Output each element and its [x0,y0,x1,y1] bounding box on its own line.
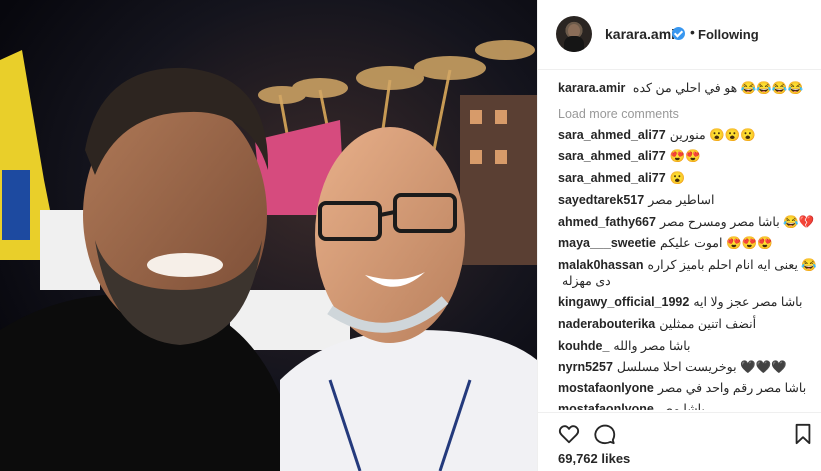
comment-text: باشا مص... [657,402,716,410]
comment-continuation: دى مهزله [558,273,611,289]
comment-item: sayedtarek517 اساطير مصر [558,192,714,208]
comment-username[interactable]: ahmed_fathy667 [558,215,656,229]
comment-item: sara_ahmed_ali77 منورين 😮😮😮 [558,127,756,143]
author-username[interactable]: karara.amir [605,26,681,42]
comment-item: sara_ahmed_ali77 😮 [558,170,685,186]
caption-text: هو في احلي من كده 😂😂😂😂 [632,81,804,95]
comment-username[interactable]: nyrn5257 [558,360,613,374]
comment-item: nyrn5257 بوخريست احلا مسلسل 🖤🖤🖤 [558,359,787,375]
post-side-panel: karara.amir • Following karara.amir هو ف… [537,0,821,471]
comment-item: sara_ahmed_ali77 😍😍 [558,148,701,164]
comment-username[interactable]: mostafaonlyone [558,402,654,410]
comment-username[interactable]: sara_ahmed_ali77 [558,149,666,163]
verified-badge-icon [672,27,685,40]
comment-text: 😍😍 [669,149,701,163]
comment-item: ahmed_fathy667 باشا مصر ومسرح مصر 😂💔 [558,214,814,230]
author-avatar[interactable] [556,16,592,52]
comment-text: باشا مصر ومسرح مصر 😂💔 [659,215,815,229]
comments-list: karara.amir هو في احلي من كده 😂😂😂😂 Load … [558,80,816,410]
comment-username[interactable]: sara_ahmed_ali77 [558,171,666,185]
comment-item: maya___sweetie اموت عليكم 😍😍😍 [558,235,773,251]
post-actions: 69,762 likes [538,412,821,471]
following-button[interactable]: Following [698,27,759,42]
bookmark-icon[interactable] [794,423,812,445]
comment-item: mostafaonlyone باشا مص... [558,401,715,410]
comment-username[interactable]: kingawy_official_1992 [558,295,689,309]
post-header: karara.amir • Following [538,0,821,70]
caption: karara.amir هو في احلي من كده 😂😂😂😂 [558,80,803,96]
comment-username[interactable]: mostafaonlyone [558,381,654,395]
comment-text: يعنى ايه انام احلم باميز كراره 😂😂 [647,258,816,272]
comment-username[interactable]: naderabouterika [558,317,655,331]
comment-username[interactable]: maya___sweetie [558,236,656,250]
caption-username[interactable]: karara.amir [558,81,625,95]
comment-text: أنضف اتنين ممثلين [659,317,757,331]
comment-item: naderabouterika أنضف اتنين ممثلين [558,316,756,332]
comment-item: mostafaonlyone باشا مصر رقم واحد في مصر [558,380,806,396]
comment-text: منورين 😮😮😮 [669,128,756,142]
separator-dot: • [690,24,695,40]
selfie-image [0,0,537,471]
comment-text: 😮 [669,171,686,185]
comment-icon[interactable] [594,423,616,445]
post-photo[interactable] [0,0,537,471]
comment-text: باشا مصر رقم واحد في مصر [657,381,807,395]
comment-text: باشا مصر عجز ولا ايه [693,295,803,309]
comment-username[interactable]: kouhde_ [558,339,609,353]
comment-item: kingawy_official_1992 باشا مصر عجز ولا اي… [558,294,802,310]
comment-item: kouhde_ باشا مصر والله [558,338,691,354]
comment-text: اموت عليكم 😍😍😍 [660,236,773,250]
comment-username[interactable]: sayedtarek517 [558,193,644,207]
heart-icon[interactable] [558,423,580,445]
comment-text: بوخريست احلا مسلسل 🖤🖤🖤 [616,360,787,374]
comment-item: malak0hassan يعنى ايه انام احلم باميز كرا… [558,257,816,273]
comment-username[interactable]: malak0hassan [558,258,643,272]
comment-text: باشا مصر والله [613,339,691,353]
likes-count[interactable]: 69,762 likes [558,451,630,466]
comment-text: دى مهزله [562,274,611,288]
comment-text: اساطير مصر [648,193,715,207]
load-more-comments-link[interactable]: Load more comments [558,106,679,122]
comment-username[interactable]: sara_ahmed_ali77 [558,128,666,142]
